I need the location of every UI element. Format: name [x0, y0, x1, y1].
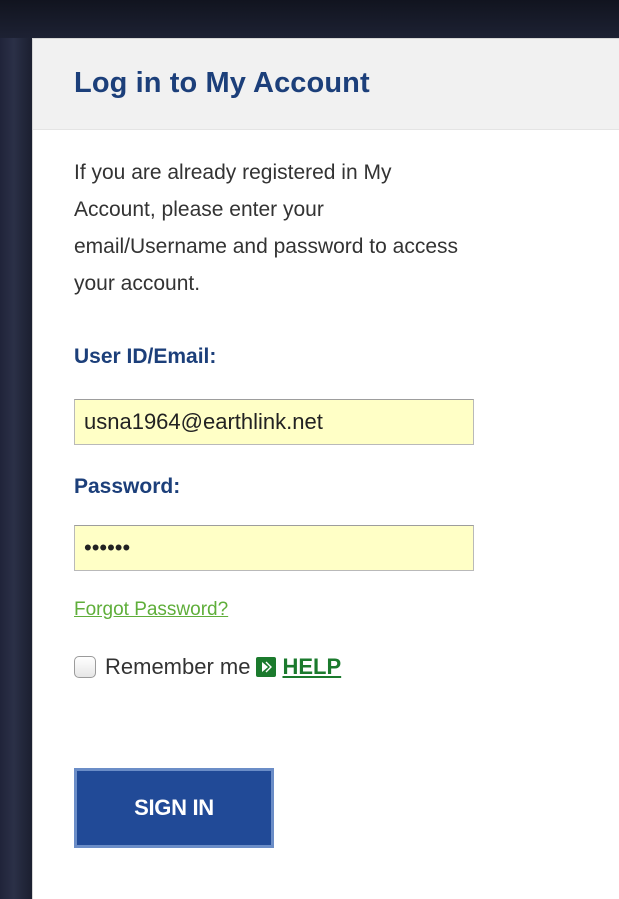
- forgot-password-link[interactable]: Forgot Password?: [74, 599, 228, 621]
- remember-me-checkbox[interactable]: [74, 656, 96, 678]
- remember-me-row: Remember me HELP: [74, 652, 341, 682]
- green-arrow-icon[interactable]: [256, 657, 277, 677]
- help-link[interactable]: HELP: [282, 654, 341, 680]
- sign-in-button[interactable]: SIGN IN: [74, 768, 274, 848]
- background-top-band: [0, 0, 619, 38]
- intro-line: If you are already registered in My: [74, 161, 392, 184]
- user-id-label: User ID/Email:: [74, 345, 217, 368]
- intro-line: Account, please enter your: [74, 198, 324, 221]
- password-label: Password:: [74, 475, 181, 498]
- login-panel: Log in to My Account If you are already …: [32, 38, 619, 899]
- remember-me-label: Remember me: [105, 654, 251, 679]
- intro-line: your account.: [74, 272, 201, 295]
- user-id-input[interactable]: [74, 399, 474, 445]
- panel-header: Log in to My Account: [33, 39, 619, 130]
- intro-line: email/Username and password to access: [74, 235, 459, 258]
- password-input[interactable]: [74, 525, 474, 571]
- intro-text: If you are already registered in My Acco…: [74, 154, 619, 302]
- page-title: Log in to My Account: [74, 67, 370, 99]
